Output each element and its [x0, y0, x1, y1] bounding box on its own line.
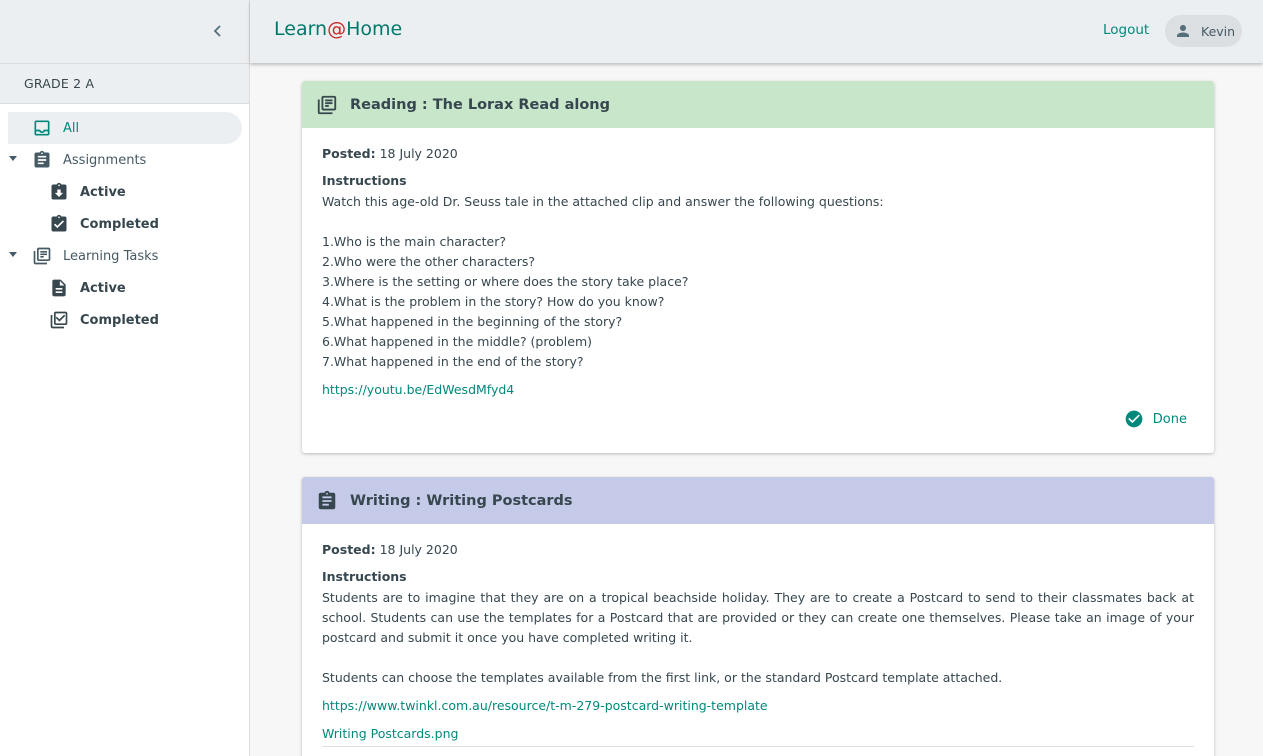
- instructions-text: Watch this age-old Dr. Seuss tale in the…: [322, 194, 884, 369]
- card-header: Reading : The Lorax Read along: [302, 81, 1214, 128]
- posted-date: Posted: 18 July 2020: [322, 144, 1194, 164]
- inbox-icon: [31, 117, 53, 139]
- divider: [322, 746, 1194, 747]
- card-header: Writing : Writing Postcards: [302, 477, 1214, 524]
- sidebar-item-learning-tasks[interactable]: Learning Tasks: [0, 240, 249, 272]
- sidebar-item-label: Completed: [80, 312, 159, 328]
- main-content: Reading : The Lorax Read along Posted: 1…: [250, 63, 1263, 756]
- sidebar-item-all[interactable]: All: [8, 112, 242, 144]
- posted-value: 18 July 2020: [379, 146, 458, 161]
- user-name: Kevin: [1201, 23, 1236, 39]
- sidebar-item-label: All: [63, 120, 80, 136]
- brand-logo[interactable]: Learn@Home: [274, 18, 402, 40]
- instructions-text: Students are to imagine that they are on…: [322, 590, 1194, 685]
- card-body: Posted: 18 July 2020 Instructions Watch …: [302, 128, 1214, 400]
- clipboard-icon: [316, 490, 338, 512]
- class-name: GRADE 2 A: [0, 63, 249, 104]
- document-icon: [48, 277, 70, 299]
- sidebar-item-label: Assignments: [63, 152, 147, 168]
- task-card-reading: Reading : The Lorax Read along Posted: 1…: [302, 81, 1214, 453]
- posted-label: Posted:: [322, 542, 376, 557]
- video-link[interactable]: https://youtu.be/EdWesdMfyd4: [322, 380, 1194, 400]
- clipboard-download-icon: [48, 181, 70, 203]
- sidebar-nav: All Assignments Active Completed Learnin…: [0, 104, 249, 336]
- instructions-label: Instructions: [322, 569, 407, 584]
- done-status[interactable]: Done: [1123, 408, 1187, 430]
- library-books-icon: [316, 94, 338, 116]
- user-chip[interactable]: Kevin: [1165, 15, 1242, 47]
- attachment-link[interactable]: Writing Postcards.png: [322, 724, 1194, 744]
- clipboard-check-icon: [48, 213, 70, 235]
- sidebar-item-learning-tasks-completed[interactable]: Completed: [0, 304, 249, 336]
- caret-down-icon[interactable]: [9, 252, 17, 257]
- sidebar-item-assignments-active[interactable]: Active: [0, 176, 249, 208]
- sidebar-item-label: Active: [80, 280, 126, 296]
- sidebar-item-label: Completed: [80, 216, 159, 232]
- card-body: Posted: 18 July 2020 Instructions Studen…: [302, 524, 1214, 747]
- sidebar-item-label: Learning Tasks: [63, 248, 159, 264]
- task-card-writing: Writing : Writing Postcards Posted: 18 J…: [302, 477, 1214, 756]
- person-icon: [1173, 21, 1193, 41]
- sidebar-item-label: Active: [80, 184, 126, 200]
- posted-value: 18 July 2020: [379, 542, 458, 557]
- brand-suffix: Home: [346, 18, 403, 40]
- instructions-label: Instructions: [322, 173, 407, 188]
- library-check-icon: [48, 309, 70, 331]
- card-title: Writing : Writing Postcards: [350, 492, 573, 509]
- posted-label: Posted:: [322, 146, 376, 161]
- posted-date: Posted: 18 July 2020: [322, 540, 1194, 560]
- sidebar-top: [0, 0, 249, 63]
- sidebar-item-assignments-completed[interactable]: Completed: [0, 208, 249, 240]
- brand-prefix: Learn: [274, 18, 328, 40]
- sidebar: GRADE 2 A All Assignments Active Complet…: [0, 0, 250, 756]
- brand-at: @: [327, 18, 347, 40]
- check-circle-icon: [1123, 408, 1145, 430]
- caret-down-icon[interactable]: [9, 156, 17, 161]
- library-books-icon: [31, 245, 53, 267]
- done-label: Done: [1152, 411, 1187, 427]
- app-header: Learn@Home Logout Kevin: [250, 0, 1263, 63]
- sidebar-item-learning-tasks-active[interactable]: Active: [0, 272, 249, 304]
- logout-button[interactable]: Logout: [1103, 22, 1149, 38]
- chevron-left-icon: [213, 25, 221, 37]
- sidebar-item-assignments[interactable]: Assignments: [0, 144, 249, 176]
- clipboard-icon: [31, 149, 53, 171]
- collapse-sidebar-button[interactable]: [206, 19, 230, 43]
- template-link[interactable]: https://www.twinkl.com.au/resource/t-m-2…: [322, 696, 1194, 716]
- card-title: Reading : The Lorax Read along: [350, 96, 610, 113]
